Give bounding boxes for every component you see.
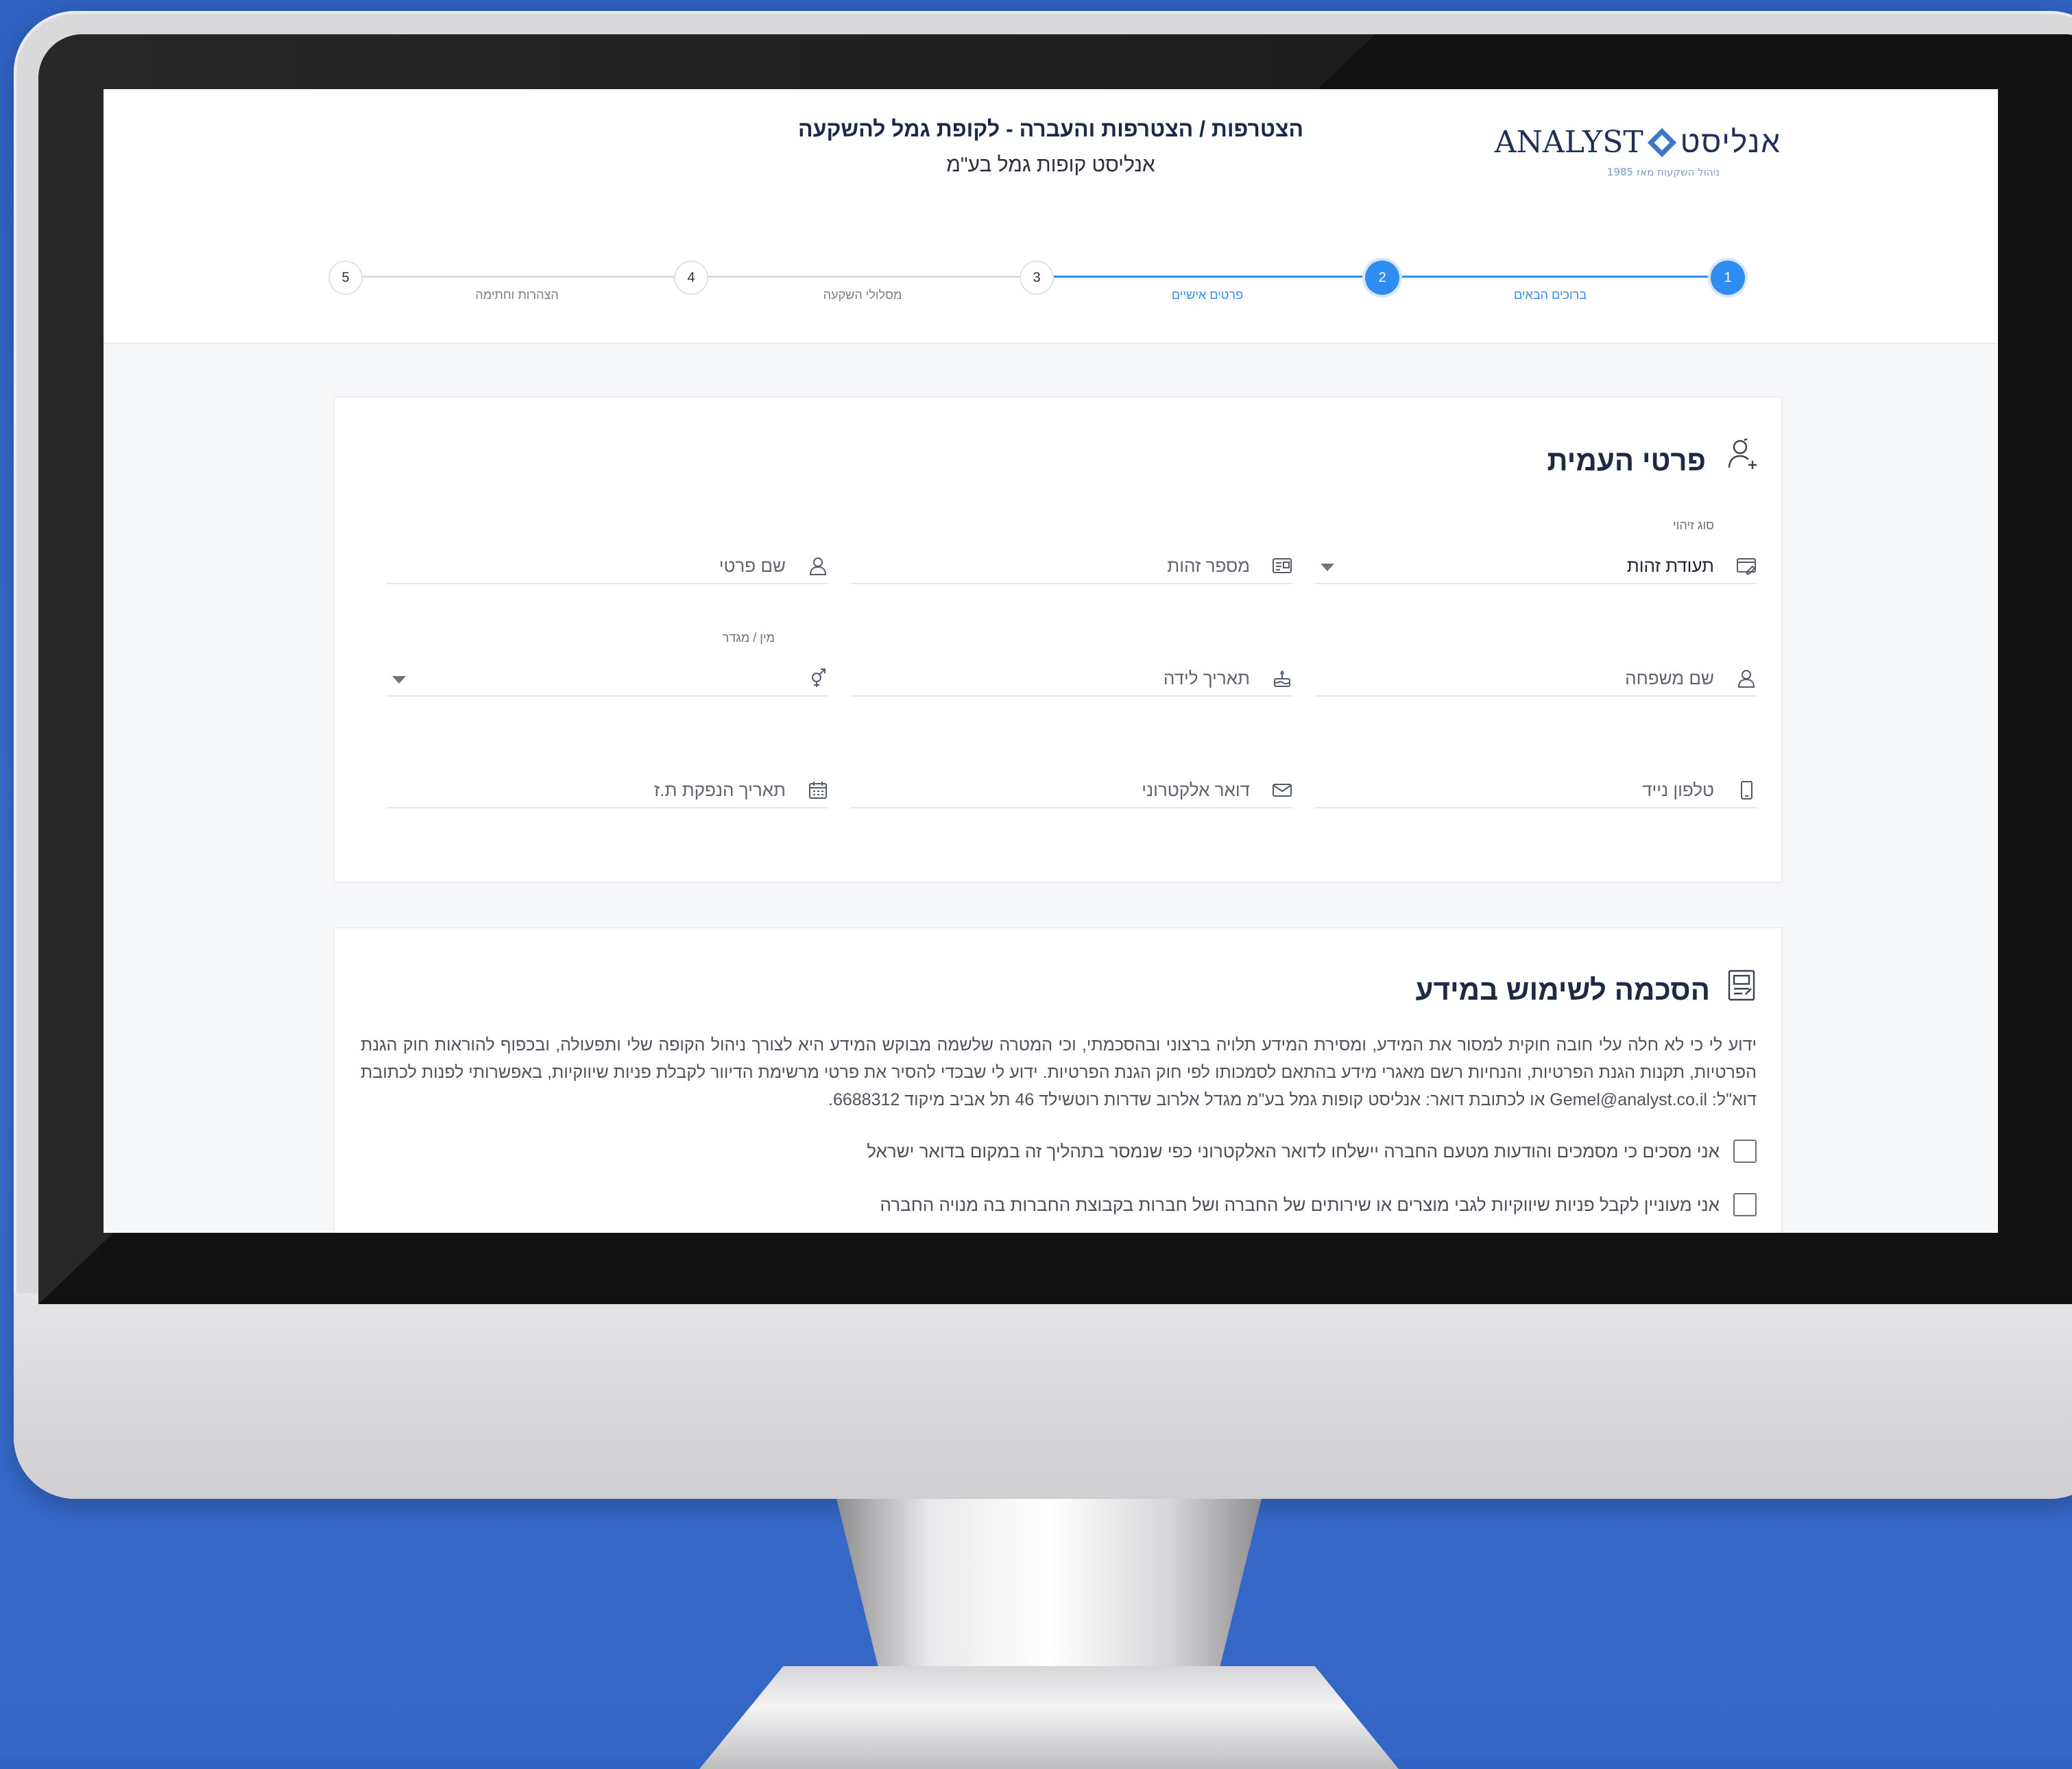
birth-date-placeholder: תאריך לידה [1163,668,1250,688]
email-consent-label: אני מסכים כי מסמכים והודעות מטעם החברה י… [867,1140,1720,1162]
step-connector [1382,276,1728,278]
consent-checkbox-row-email: אני מסכים כי מסמכים והודעות מטעם החברה י… [867,1140,1757,1163]
gender-icon [808,668,828,688]
step-connector [691,276,1037,278]
consent-card: הסכמה לשימוש במידע ידוע לי כי לא חלה עלי… [333,927,1783,1233]
birth-date-field[interactable]: תאריך לידה [851,647,1292,697]
step-2-circle[interactable]: 2 [1365,261,1399,295]
id-number-placeholder: מספר זהות [1167,555,1250,576]
monitor-chin [14,1293,2072,1499]
gender-select[interactable] [387,647,828,697]
birthday-cake-icon [1272,668,1292,688]
consent-text: ידוע לי כי לא חלה עלי חובה חוקית למסור א… [361,1035,1757,1109]
step-5-circle[interactable]: 5 [328,261,363,295]
consent-title: הסכמה לשימוש במידע [1415,974,1710,1006]
email-consent-checkbox[interactable] [1733,1140,1757,1163]
user-icon [1736,668,1757,688]
document-icon [1726,968,1757,1002]
email-field[interactable]: דואר אלקטרוני [851,759,1292,808]
gender-label: מין / מגדר [722,631,775,645]
marketing-consent-label: אני מעוניין לקבל פניות שיווקיות לגבי מוצ… [880,1194,1720,1215]
id-issue-date-placeholder: תאריך הנפקת ת.ז [653,780,786,800]
id-card-icon [1272,555,1292,576]
mobile-phone-placeholder: טלפון נייד [1642,780,1714,800]
id-issue-date-field[interactable]: תאריך הנפקת ת.ז [387,759,828,808]
email-placeholder: דואר אלקטרוני [1142,780,1250,800]
step-connector [346,276,691,278]
member-details-card: פרטי העמית סוג זיהוי תעודת זהות מספר זהו… [333,396,1783,883]
step-2-label: פרטים אישיים [1171,288,1244,302]
chevron-down-icon [392,676,406,684]
last-name-field[interactable]: שם משפחה [1315,647,1757,697]
step-connector [1037,276,1382,278]
id-type-label: סוג זיהוי [1673,518,1714,532]
calendar-icon [808,780,828,800]
step-1-label: ברוכים הבאים [1513,288,1587,302]
monitor-stand-neck [836,1499,1262,1670]
mobile-phone-field[interactable]: טלפון נייד [1315,759,1757,808]
monitor-stand-base [699,1666,1399,1769]
progress-stepper: 1 ברוכים הבאים 2 פרטים אישיים 3 מסלולי ה… [104,261,1998,343]
id-card-edit-icon [1736,555,1757,576]
marketing-consent-checkbox[interactable] [1733,1193,1757,1216]
step-4-circle[interactable]: 4 [674,261,708,295]
id-type-select[interactable]: תעודת זהות [1315,535,1757,584]
screen: ANALYST אנליסט ניהול השקעות מאז 1985 הצט… [104,89,1998,1233]
mobile-phone-icon [1736,780,1757,800]
step-1-circle[interactable]: 1 [1711,261,1745,295]
id-number-field[interactable]: מספר זהות [851,535,1292,584]
step-3-circle[interactable]: 3 [1020,261,1054,295]
step-3-label: מסלולי השקעה [823,288,902,302]
member-details-title: פרטי העמית [1547,444,1706,477]
first-name-field[interactable]: שם פרטי [387,535,828,584]
consent-checkbox-row-marketing: אני מעוניין לקבל פניות שיווקיות לגבי מוצ… [880,1193,1757,1216]
id-type-value: תעודת זהות [1626,555,1714,576]
step-4-label: הצהרות וחתימה [475,288,559,302]
chevron-down-icon [1321,564,1334,571]
add-user-icon [1726,437,1761,472]
first-name-placeholder: שם פרטי [719,555,786,576]
page-subtitle: אנליסט קופות גמל בע"מ [946,154,1155,176]
last-name-placeholder: שם משפחה [1625,668,1714,688]
page-title: הצטרפות / הצטרפות והעברה - לקופת גמל להש… [798,117,1303,141]
user-icon [808,555,828,576]
page-header: ANALYST אנליסט ניהול השקעות מאז 1985 הצט… [104,89,1998,344]
envelope-icon [1272,780,1292,800]
